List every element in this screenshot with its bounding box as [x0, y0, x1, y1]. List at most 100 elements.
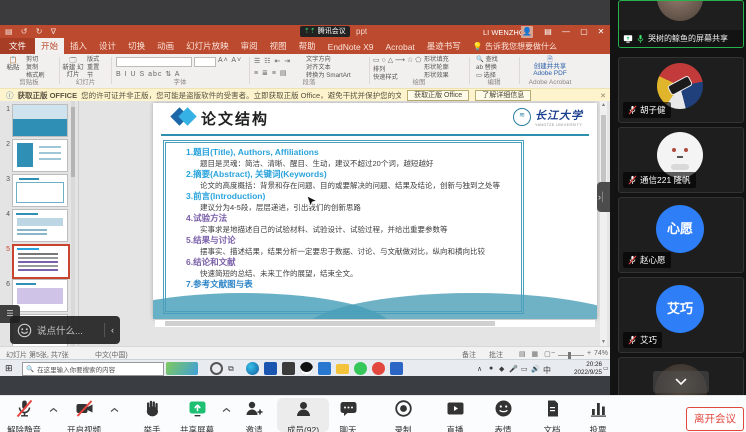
copy-button[interactable]: 复制	[26, 64, 38, 72]
app-icon[interactable]	[372, 362, 385, 375]
tray-volume-icon[interactable]: 🔊	[531, 365, 540, 373]
zoom-slider[interactable]	[558, 355, 584, 356]
chat-input-placeholder[interactable]: 说点什么...	[37, 323, 104, 337]
participant-tile[interactable]: 通信221 隆帆	[618, 127, 744, 193]
slide-thumbnail[interactable]	[12, 104, 68, 137]
cut-button[interactable]: 剪切	[26, 56, 38, 64]
ppt-tab-6[interactable]: 幻灯片放映	[180, 38, 235, 54]
ime-indicator[interactable]: 中	[543, 365, 551, 376]
ppt-tab-4[interactable]: 切换	[122, 38, 151, 54]
ppt-tab-11[interactable]: Acrobat	[380, 40, 421, 54]
weather-widget[interactable]	[166, 362, 198, 375]
invite-button[interactable]: 邀请	[230, 399, 278, 432]
collapse-tiles-button[interactable]	[653, 371, 709, 393]
zoom-in-icon[interactable]: +	[587, 350, 591, 357]
learn-more-button[interactable]: 了解详细信息	[475, 90, 531, 101]
grow-shrink-font-buttons[interactable]: A˄ A˅	[218, 57, 242, 64]
replace-button[interactable]: ab 替换	[476, 64, 497, 72]
participant-tile[interactable]: 胡子健	[618, 57, 744, 123]
share-screen-button[interactable]: 共享屏幕	[173, 399, 221, 432]
font-size-box[interactable]	[194, 57, 216, 67]
layout-button[interactable]: 版式	[87, 56, 99, 64]
file-explorer-icon[interactable]	[336, 364, 349, 374]
ppt-tab-8[interactable]: 视图	[264, 38, 293, 54]
ppt-tab-12[interactable]: 墨迹书写	[421, 38, 467, 54]
raise-hand-button[interactable]: 举手	[128, 399, 176, 432]
align-text-button[interactable]: 对齐文本	[306, 64, 331, 72]
horizontal-scrollbar-thumb[interactable]	[165, 321, 495, 326]
reset-button[interactable]: 重置	[87, 64, 99, 72]
ppt-tab-3[interactable]: 设计	[93, 38, 122, 54]
participant-tile[interactable]: 心愿 赵心愿	[618, 197, 744, 273]
tray-qq-icon[interactable]: ●	[489, 365, 493, 372]
cortana-icon[interactable]	[210, 362, 223, 375]
get-genuine-office-button[interactable]: 获取正版 Office	[407, 90, 469, 101]
shapes-gallery[interactable]: ▭ ○ △ ⟶ ☆ ⬠	[373, 56, 421, 64]
word-icon[interactable]	[264, 362, 277, 375]
qq-icon[interactable]	[300, 362, 313, 375]
start-video-button[interactable]: 开启视频	[60, 399, 108, 432]
text-direction-button[interactable]: 文字方向	[306, 56, 331, 64]
taskbar-search-box[interactable]: 🔍 在这里输入你要搜索的内容	[22, 362, 164, 376]
participant-tile[interactable]: 艾巧 艾巧	[618, 277, 744, 353]
slide-thumbnail[interactable]	[12, 209, 68, 242]
ppt-tab-1[interactable]: 开始	[35, 38, 64, 54]
ppt-tab-2[interactable]: 插入	[64, 38, 93, 54]
task-view-icon[interactable]: ⧉	[228, 364, 234, 374]
thumb-panel-scrollbar-thumb[interactable]	[71, 107, 75, 177]
app-icon[interactable]	[282, 362, 295, 375]
live-stream-button[interactable]: 直播	[431, 399, 479, 432]
start-button[interactable]: ⊞	[5, 363, 13, 374]
tray-icon[interactable]: ◆	[499, 365, 504, 373]
ppt-tab-7[interactable]: 审阅	[235, 38, 264, 54]
tray-expand-icon[interactable]: ∧	[477, 365, 482, 373]
reactions-button[interactable]: 表情	[479, 399, 527, 432]
tell-me-search[interactable]: 💡 告诉我您想要做什么	[467, 39, 563, 54]
maximize-button[interactable]: ▢	[577, 25, 591, 39]
wechat-icon[interactable]	[354, 362, 367, 375]
record-button[interactable]: 录制	[379, 399, 427, 432]
new-slide-button[interactable]: 🗔新建 幻灯片	[62, 57, 84, 78]
edge-icon[interactable]	[246, 362, 259, 375]
tray-icon[interactable]: ▭	[521, 365, 528, 373]
zoom-out-icon[interactable]: −	[551, 350, 555, 357]
app-icon[interactable]	[318, 362, 331, 375]
view-buttons[interactable]: ▤ ▦ ▢	[519, 350, 553, 358]
slide-thumbnail[interactable]	[12, 174, 68, 207]
scroll-up-icon[interactable]: ▲	[600, 102, 607, 108]
leave-meeting-button[interactable]: 离开会议	[686, 407, 744, 431]
ppt-tab-5[interactable]: 动画	[151, 38, 180, 54]
paste-button[interactable]: 📋粘贴	[4, 57, 22, 71]
app-icon[interactable]	[390, 362, 403, 375]
chevron-left-icon[interactable]: ‹	[105, 325, 120, 335]
minimize-button[interactable]: —	[559, 25, 573, 39]
slide-thumbnail[interactable]	[12, 139, 68, 172]
zoom-level[interactable]: 74%	[594, 350, 608, 357]
quick-access-toolbar[interactable]: ▤ ↺ ↻ ᐁ	[5, 27, 59, 36]
slide-canvas[interactable]: 论文结构 ≋ 长江大学 YANGTZE UNIVERSITY 1.题目(Titl…	[153, 103, 597, 319]
scroll-down-icon[interactable]: ▼	[600, 339, 607, 345]
notice-close-icon[interactable]: ✕	[600, 92, 606, 100]
tray-mic-icon[interactable]: 🎤	[509, 365, 518, 373]
account-avatar[interactable]: 👤	[521, 26, 533, 38]
font-name-box[interactable]	[116, 57, 192, 67]
chevron-up-icon[interactable]	[110, 407, 119, 413]
zoom-slider-thumb[interactable]	[568, 352, 571, 359]
emoji-icon[interactable]	[17, 323, 32, 338]
create-pdf-button[interactable]: 🗎创建并共享 Adobe PDF	[526, 56, 574, 77]
docs-button[interactable]: 文档	[528, 399, 576, 432]
poll-button[interactable]: 投票	[574, 399, 622, 432]
slide-thumbnail[interactable]	[12, 279, 68, 312]
slide-thumbnail-current[interactable]	[12, 244, 70, 279]
ppt-tab-9[interactable]: 帮助	[293, 38, 322, 54]
sidebar-collapse-handle[interactable]: ›▏	[597, 182, 610, 212]
shape-outline-button[interactable]: 形状轮廓	[424, 64, 449, 72]
chat-button[interactable]: 聊天	[324, 399, 372, 432]
ppt-tab-10[interactable]: EndNote X9	[322, 40, 380, 54]
participant-tile-sharing[interactable]: 哭树的鲸鱼的屏幕共享	[618, 0, 744, 48]
find-button[interactable]: 🔍 查找	[476, 56, 498, 64]
chat-quick-bar[interactable]: 说点什么... ‹	[10, 316, 120, 344]
ppt-tab-0[interactable]: 文件	[0, 38, 35, 54]
shape-fill-button[interactable]: 形状填充	[424, 56, 449, 64]
chevron-up-icon[interactable]	[49, 407, 58, 413]
